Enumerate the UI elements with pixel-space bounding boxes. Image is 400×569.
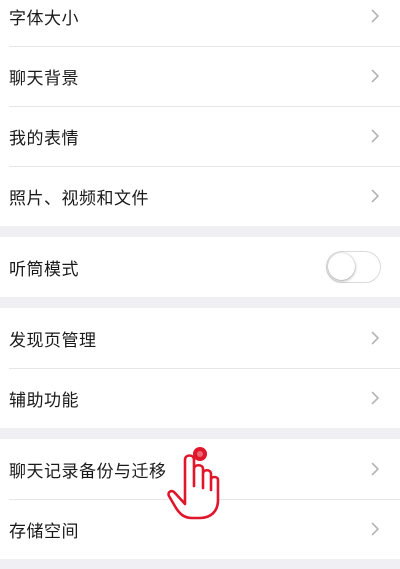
settings-group-earpiece: 听筒模式: [0, 237, 400, 297]
row-label: 照片、视频和文件: [9, 188, 149, 209]
settings-group-discover: 发现页管理 辅助功能: [0, 308, 400, 428]
chevron-right-icon: [371, 189, 380, 203]
settings-row-accessibility[interactable]: 辅助功能: [0, 368, 400, 428]
row-label: 听筒模式: [9, 259, 79, 280]
toggle-knob: [328, 253, 355, 280]
settings-row-earpiece-mode: 听筒模式: [0, 237, 400, 297]
chevron-right-icon: [371, 9, 380, 23]
settings-group-display: 字体大小 聊天背景 我的表情 照片、视频和文件: [0, 0, 400, 226]
chevron-right-icon: [371, 462, 380, 476]
settings-row-font-size[interactable]: 字体大小: [0, 0, 400, 46]
row-label: 聊天记录备份与迁移: [9, 461, 167, 482]
chevron-right-icon: [371, 331, 380, 345]
row-label: 我的表情: [9, 128, 79, 149]
settings-row-discover-management[interactable]: 发现页管理: [0, 308, 400, 368]
settings-row-photos-videos-files[interactable]: 照片、视频和文件: [0, 166, 400, 226]
row-label: 聊天背景: [9, 68, 79, 89]
chevron-right-icon: [371, 129, 380, 143]
section-gap: [0, 297, 400, 308]
settings-row-chat-background[interactable]: 聊天背景: [0, 46, 400, 106]
section-gap: [0, 226, 400, 237]
chevron-right-icon: [371, 522, 380, 536]
section-gap: [0, 428, 400, 439]
settings-group-storage: 聊天记录备份与迁移 存储空间: [0, 439, 400, 559]
settings-row-storage[interactable]: 存储空间: [0, 499, 400, 559]
settings-row-chat-history-backup[interactable]: 聊天记录备份与迁移: [0, 439, 400, 499]
row-label: 字体大小: [9, 8, 79, 29]
settings-row-my-stickers[interactable]: 我的表情: [0, 106, 400, 166]
earpiece-mode-toggle[interactable]: [326, 251, 381, 283]
row-label: 辅助功能: [9, 390, 79, 411]
chevron-right-icon: [371, 391, 380, 405]
chevron-right-icon: [371, 69, 380, 83]
row-label: 发现页管理: [9, 330, 97, 351]
row-label: 存储空间: [9, 521, 79, 542]
